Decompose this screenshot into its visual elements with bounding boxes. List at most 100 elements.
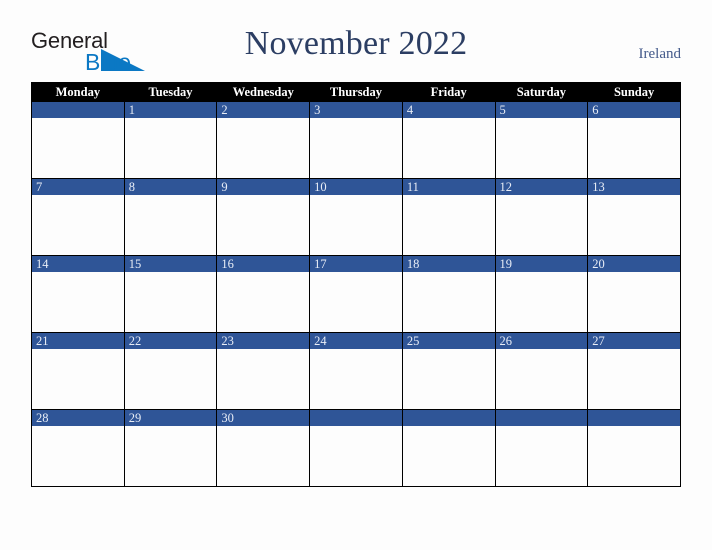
day-cell[interactable]: 7 bbox=[31, 178, 125, 256]
day-note-area[interactable] bbox=[124, 426, 217, 486]
day-cell[interactable]: 23 bbox=[216, 332, 311, 410]
weekday-header-friday: Friday bbox=[401, 82, 496, 102]
day-number: 1 bbox=[124, 102, 217, 118]
day-cell[interactable]: 22 bbox=[123, 332, 218, 410]
day-cell[interactable]: 24 bbox=[309, 332, 403, 410]
day-note-area[interactable] bbox=[124, 118, 217, 178]
day-cell[interactable] bbox=[494, 409, 589, 487]
day-note-area[interactable] bbox=[32, 195, 124, 255]
day-number: 26 bbox=[495, 333, 588, 349]
day-cell[interactable]: 16 bbox=[216, 255, 311, 333]
day-note-area[interactable] bbox=[310, 349, 402, 409]
day-note-area[interactable] bbox=[32, 272, 124, 332]
day-number: 19 bbox=[495, 256, 588, 272]
day-note-area[interactable] bbox=[310, 195, 402, 255]
day-cell[interactable]: 5 bbox=[494, 101, 589, 179]
day-note-area[interactable] bbox=[588, 272, 680, 332]
day-cell[interactable]: 17 bbox=[309, 255, 403, 333]
day-note-area[interactable] bbox=[588, 349, 680, 409]
day-cell[interactable]: 12 bbox=[494, 178, 589, 256]
day-number: 28 bbox=[32, 410, 124, 426]
day-cell[interactable]: 4 bbox=[401, 101, 496, 179]
day-number: 13 bbox=[588, 179, 680, 195]
day-number bbox=[495, 410, 588, 426]
day-note-area[interactable] bbox=[495, 272, 588, 332]
day-note-area[interactable] bbox=[495, 349, 588, 409]
day-cell[interactable]: 25 bbox=[401, 332, 496, 410]
day-cell[interactable]: 8 bbox=[123, 178, 218, 256]
weekday-header-sunday: Sunday bbox=[587, 82, 681, 102]
day-note-area[interactable] bbox=[402, 272, 495, 332]
day-note-area[interactable] bbox=[124, 195, 217, 255]
day-cell[interactable]: 15 bbox=[123, 255, 218, 333]
day-note-area[interactable] bbox=[310, 272, 402, 332]
day-note-area[interactable] bbox=[495, 118, 588, 178]
calendar-week-row: 28 29 30 bbox=[31, 409, 681, 487]
day-cell[interactable]: 18 bbox=[401, 255, 496, 333]
day-cell[interactable]: 9 bbox=[216, 178, 311, 256]
day-note-area[interactable] bbox=[217, 349, 310, 409]
day-number: 15 bbox=[124, 256, 217, 272]
day-number: 11 bbox=[402, 179, 495, 195]
day-number: 10 bbox=[310, 179, 402, 195]
day-cell[interactable]: 21 bbox=[31, 332, 125, 410]
day-number bbox=[32, 102, 124, 118]
day-cell[interactable]: 1 bbox=[123, 101, 218, 179]
day-cell[interactable] bbox=[309, 409, 403, 487]
day-number: 30 bbox=[217, 410, 310, 426]
day-note-area[interactable] bbox=[217, 195, 310, 255]
day-note-area[interactable] bbox=[588, 118, 680, 178]
weekday-header-tuesday: Tuesday bbox=[123, 82, 218, 102]
day-note-area[interactable] bbox=[495, 426, 588, 486]
day-note-area[interactable] bbox=[588, 195, 680, 255]
day-cell[interactable]: 14 bbox=[31, 255, 125, 333]
day-cell[interactable]: 13 bbox=[587, 178, 681, 256]
page-title: November 2022 bbox=[244, 25, 468, 62]
day-cell[interactable]: 30 bbox=[216, 409, 311, 487]
weekday-header-monday: Monday bbox=[31, 82, 125, 102]
day-number: 7 bbox=[32, 179, 124, 195]
day-number bbox=[310, 410, 402, 426]
day-cell[interactable]: 11 bbox=[401, 178, 496, 256]
day-note-area[interactable] bbox=[310, 426, 402, 486]
day-note-area[interactable] bbox=[402, 349, 495, 409]
day-note-area[interactable] bbox=[124, 349, 217, 409]
day-note-area[interactable] bbox=[32, 426, 124, 486]
day-cell[interactable] bbox=[401, 409, 496, 487]
day-cell[interactable]: 10 bbox=[309, 178, 403, 256]
day-cell[interactable]: 6 bbox=[587, 101, 681, 179]
weekday-header-thursday: Thursday bbox=[309, 82, 403, 102]
day-note-area[interactable] bbox=[217, 272, 310, 332]
day-cell[interactable]: 19 bbox=[494, 255, 589, 333]
day-note-area[interactable] bbox=[217, 426, 310, 486]
day-note-area[interactable] bbox=[495, 195, 588, 255]
day-number: 24 bbox=[310, 333, 402, 349]
day-note-area[interactable] bbox=[588, 426, 680, 486]
day-note-area[interactable] bbox=[32, 349, 124, 409]
day-cell[interactable]: 2 bbox=[216, 101, 311, 179]
day-note-area[interactable] bbox=[217, 118, 310, 178]
day-number: 20 bbox=[588, 256, 680, 272]
day-cell[interactable] bbox=[587, 409, 681, 487]
day-note-area[interactable] bbox=[124, 272, 217, 332]
day-note-area[interactable] bbox=[32, 118, 124, 178]
calendar-body: 1 2 3 4 5 6 7 8 9 10 11 12 13 14 15 16 1… bbox=[31, 101, 681, 487]
day-cell[interactable]: 28 bbox=[31, 409, 125, 487]
day-note-area[interactable] bbox=[402, 426, 495, 486]
calendar-week-row: 21 22 23 24 25 26 27 bbox=[31, 332, 681, 410]
day-number: 18 bbox=[402, 256, 495, 272]
day-cell[interactable]: 27 bbox=[587, 332, 681, 410]
day-number: 6 bbox=[588, 102, 680, 118]
calendar-weekday-header: Monday Tuesday Wednesday Thursday Friday… bbox=[31, 82, 681, 102]
day-cell[interactable]: 20 bbox=[587, 255, 681, 333]
day-cell[interactable] bbox=[31, 101, 125, 179]
day-cell[interactable]: 3 bbox=[309, 101, 403, 179]
day-note-area[interactable] bbox=[310, 118, 402, 178]
day-number: 8 bbox=[124, 179, 217, 195]
calendar-week-row: 7 8 9 10 11 12 13 bbox=[31, 178, 681, 256]
day-cell[interactable]: 26 bbox=[494, 332, 589, 410]
day-note-area[interactable] bbox=[402, 195, 495, 255]
day-note-area[interactable] bbox=[402, 118, 495, 178]
day-number bbox=[588, 410, 680, 426]
day-cell[interactable]: 29 bbox=[123, 409, 218, 487]
